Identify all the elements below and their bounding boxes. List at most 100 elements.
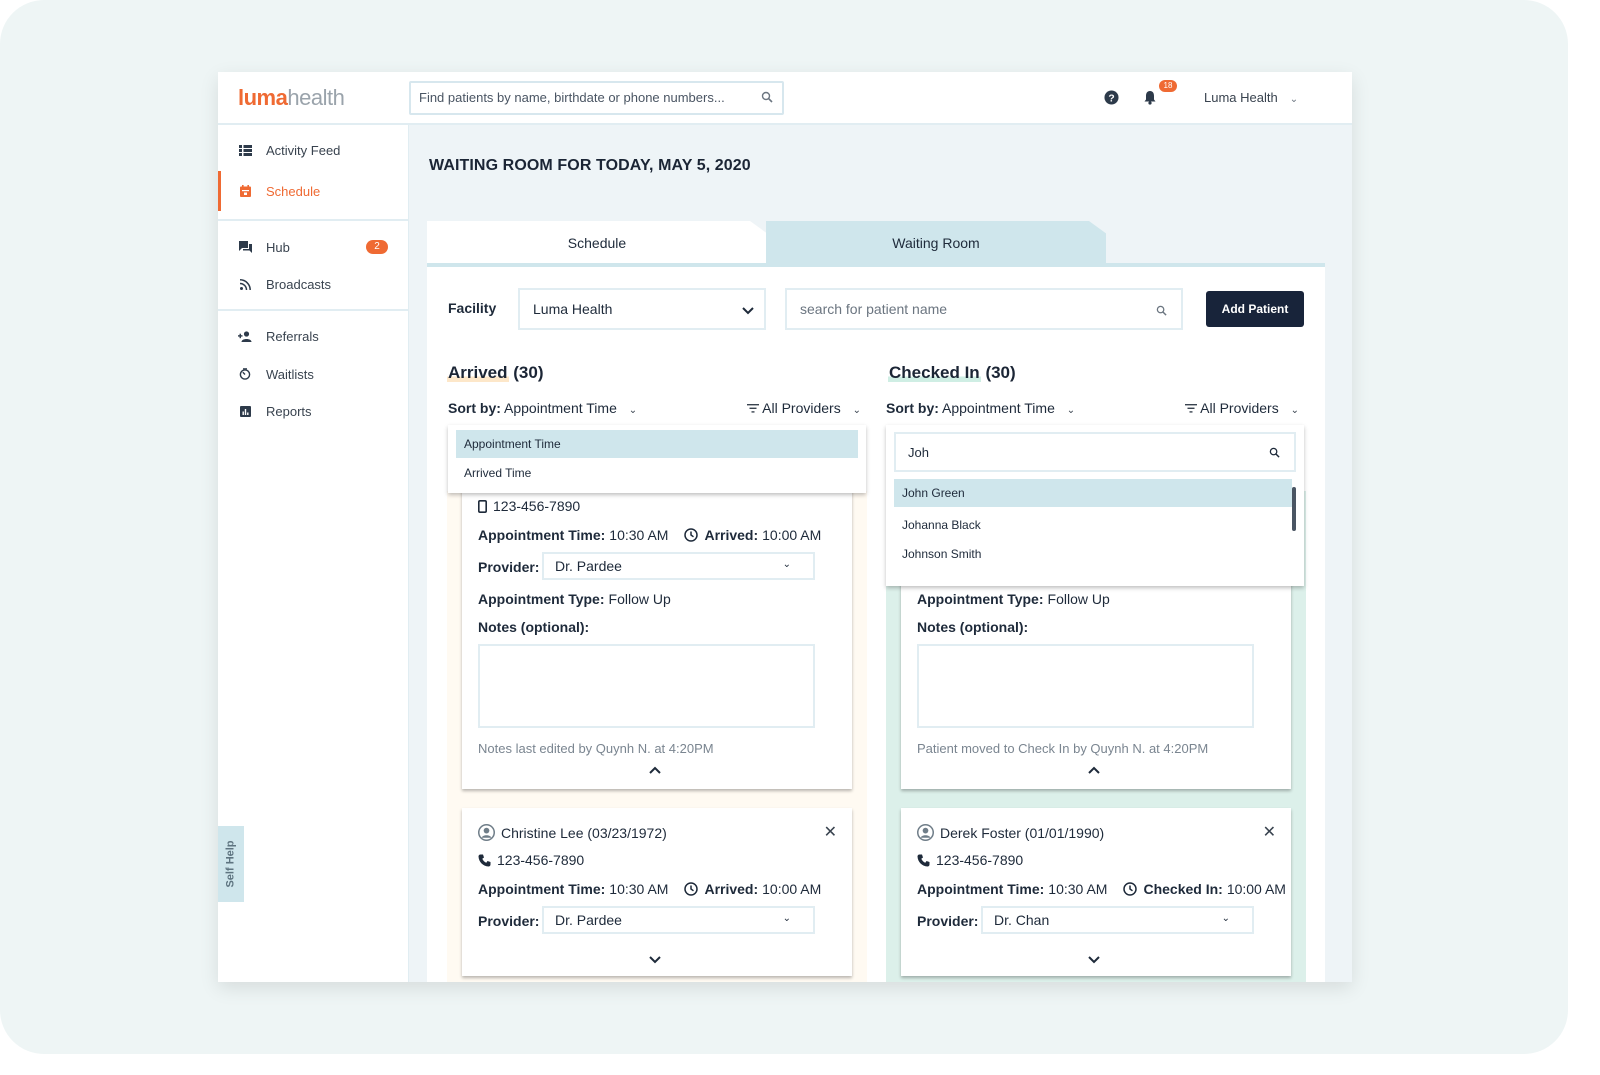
chevron-down-icon: ⌄ xyxy=(1066,405,1076,416)
self-help-tab[interactable]: Self Help xyxy=(218,826,244,902)
sort-option-arrived-time[interactable]: Arrived Time xyxy=(456,459,858,487)
card-phone: 123-456-7890 xyxy=(478,498,580,514)
sort-label: Sort by: xyxy=(448,400,501,416)
card-phone: 123-456-7890 xyxy=(478,852,584,868)
sidebar-item-referrals[interactable]: Referrals xyxy=(218,316,409,356)
chevron-down-icon: ⌄ xyxy=(1289,94,1299,105)
waiting-room-panel: Facility Luma Health search for patient … xyxy=(427,263,1325,982)
providers-label: All Providers xyxy=(762,400,841,416)
bell-icon[interactable] xyxy=(1143,90,1157,110)
notes-textarea[interactable] xyxy=(478,644,815,728)
appt-type-value: Follow Up xyxy=(1047,591,1110,607)
user-name: Luma Health xyxy=(1204,90,1278,105)
checked-in-providers-filter[interactable]: All Providers ⌄ xyxy=(1185,400,1299,416)
close-icon[interactable]: ✕ xyxy=(824,822,837,842)
logo-secondary: health xyxy=(287,85,345,110)
help-icon[interactable]: ? xyxy=(1104,90,1119,110)
provider-label: Provider: xyxy=(478,913,540,929)
chevron-down-icon: ⌄ xyxy=(1290,405,1299,416)
provider-select[interactable]: Dr. Pardee ⌄ xyxy=(542,906,815,934)
search-result-item[interactable]: Johnson Smith xyxy=(894,540,1296,568)
collapse-card-button[interactable] xyxy=(649,763,661,777)
provider-label-row: Provider: xyxy=(478,559,543,575)
collapse-card-button[interactable] xyxy=(1088,763,1100,777)
provider-value: Dr. Pardee xyxy=(555,912,622,928)
tab-schedule[interactable]: Schedule xyxy=(427,221,767,265)
global-search-input[interactable]: Find patients by name, birthdate or phon… xyxy=(409,81,784,115)
sidebar-item-label: Reports xyxy=(266,403,312,419)
self-help-label: Self Help xyxy=(225,840,238,888)
status-label: Arrived: xyxy=(704,881,759,897)
user-menu[interactable]: Luma Health ⌄ xyxy=(1204,90,1298,105)
sort-value: Appointment Time xyxy=(504,400,617,416)
facility-value: Luma Health xyxy=(533,301,613,317)
close-icon[interactable]: ✕ xyxy=(1263,822,1276,842)
logo[interactable]: lumahealth xyxy=(238,85,345,111)
facility-label: Facility xyxy=(448,300,497,316)
sidebar-item-broadcasts[interactable]: Broadcasts xyxy=(218,264,409,304)
provider-label: Provider: xyxy=(917,913,979,929)
provider-label: Provider: xyxy=(478,559,540,575)
sidebar-item-waitlists[interactable]: Waitlists xyxy=(218,354,409,394)
clock-icon xyxy=(684,528,699,542)
status-time-value: 10:00 AM xyxy=(762,527,822,543)
arrived-providers-filter[interactable]: All Providers ⌄ xyxy=(747,400,861,416)
provider-label-row: Provider: xyxy=(917,913,982,929)
sidebar-item-label: Broadcasts xyxy=(266,276,332,292)
appt-time-label: Appointment Time: xyxy=(478,881,606,897)
patient-card[interactable]: Derek Foster (01/01/1990) ✕ 123-456-7890… xyxy=(901,808,1291,976)
app-window: lumahealth Find patients by name, birthd… xyxy=(218,72,1352,982)
sidebar-item-schedule[interactable]: Schedule xyxy=(218,171,409,211)
expand-card-button[interactable] xyxy=(649,953,661,967)
provider-select[interactable]: Dr. Chan ⌄ xyxy=(981,906,1254,934)
card-times: Appointment Time: 10:30 AM Checked In: 1… xyxy=(917,881,1286,897)
facility-select[interactable]: Luma Health xyxy=(518,288,766,330)
sidebar-item-hub[interactable]: Hub 2 xyxy=(218,227,409,267)
patient-card[interactable]: 123-456-7890 Appointment Time: 10:30 AM … xyxy=(462,463,852,789)
sidebar-item-label: Schedule xyxy=(266,183,321,199)
appt-time-label: Appointment Time: xyxy=(478,527,606,543)
dropdown-scrollbar[interactable] xyxy=(1292,487,1296,531)
search-result-item[interactable]: Johanna Black xyxy=(894,511,1296,539)
patient-name: Christine Lee (03/23/1972) xyxy=(501,824,667,841)
providers-label: All Providers xyxy=(1200,400,1279,416)
provider-select[interactable]: Dr. Pardee ⌄ xyxy=(542,552,815,580)
patient-search-input[interactable]: search for patient name xyxy=(785,288,1183,330)
patient-search-dropdown: Joh John Green Johanna Black Johnson Smi… xyxy=(886,425,1304,586)
appt-type-value: Follow Up xyxy=(608,591,671,607)
arrived-title: Arrived (30) xyxy=(447,363,544,383)
notes-textarea[interactable] xyxy=(917,644,1254,728)
status-time-value: 10:00 AM xyxy=(762,881,822,897)
phone-icon xyxy=(478,854,491,867)
notes-meta: Patient moved to Check In by Quynh N. at… xyxy=(917,741,1209,756)
card-times: Appointment Time: 10:30 AM Arrived: 10:0… xyxy=(478,881,821,897)
phone-number: 123-456-7890 xyxy=(493,498,581,514)
chevron-down-icon: ⌄ xyxy=(628,405,638,416)
patient-search-placeholder: search for patient name xyxy=(800,301,948,317)
sort-option-appointment-time[interactable]: Appointment Time xyxy=(456,430,858,458)
tab-waiting-room[interactable]: Waiting Room xyxy=(766,221,1106,265)
search-icon xyxy=(1156,303,1167,319)
search-result-item[interactable]: John Green xyxy=(894,479,1292,507)
expand-card-button[interactable] xyxy=(1088,953,1100,967)
appt-type-label: Appointment Type: xyxy=(917,591,1044,607)
checked-in-sort-select[interactable]: Sort by: Appointment Time ⌄ xyxy=(886,400,1075,416)
appt-time-value: 10:30 AM xyxy=(1048,881,1108,897)
rss-icon xyxy=(238,277,252,291)
sidebar-item-activity-feed[interactable]: Activity Feed xyxy=(218,130,409,170)
column-title: Checked In xyxy=(888,363,981,382)
patient-card[interactable]: Christine Lee (03/23/1972) ✕ 123-456-789… xyxy=(462,808,852,976)
user-avatar-icon xyxy=(917,824,934,841)
add-patient-button[interactable]: Add Patient xyxy=(1206,291,1304,327)
timer-icon xyxy=(238,367,252,381)
card-appt-type: Appointment Type: Follow Up xyxy=(917,591,1110,607)
notes-label: Notes (optional): xyxy=(917,619,1029,635)
filter-icon xyxy=(747,400,762,416)
sidebar-item-reports[interactable]: Reports xyxy=(218,391,409,431)
patient-card[interactable]: Appointment Type: Follow Up Notes (optio… xyxy=(901,567,1291,789)
clock-icon xyxy=(684,882,699,896)
arrived-sort-select[interactable]: Sort by: Appointment Time ⌄ xyxy=(448,400,637,416)
calendar-icon xyxy=(238,184,252,198)
hub-badge: 2 xyxy=(366,240,388,254)
dropdown-search-input[interactable]: Joh xyxy=(894,432,1296,472)
